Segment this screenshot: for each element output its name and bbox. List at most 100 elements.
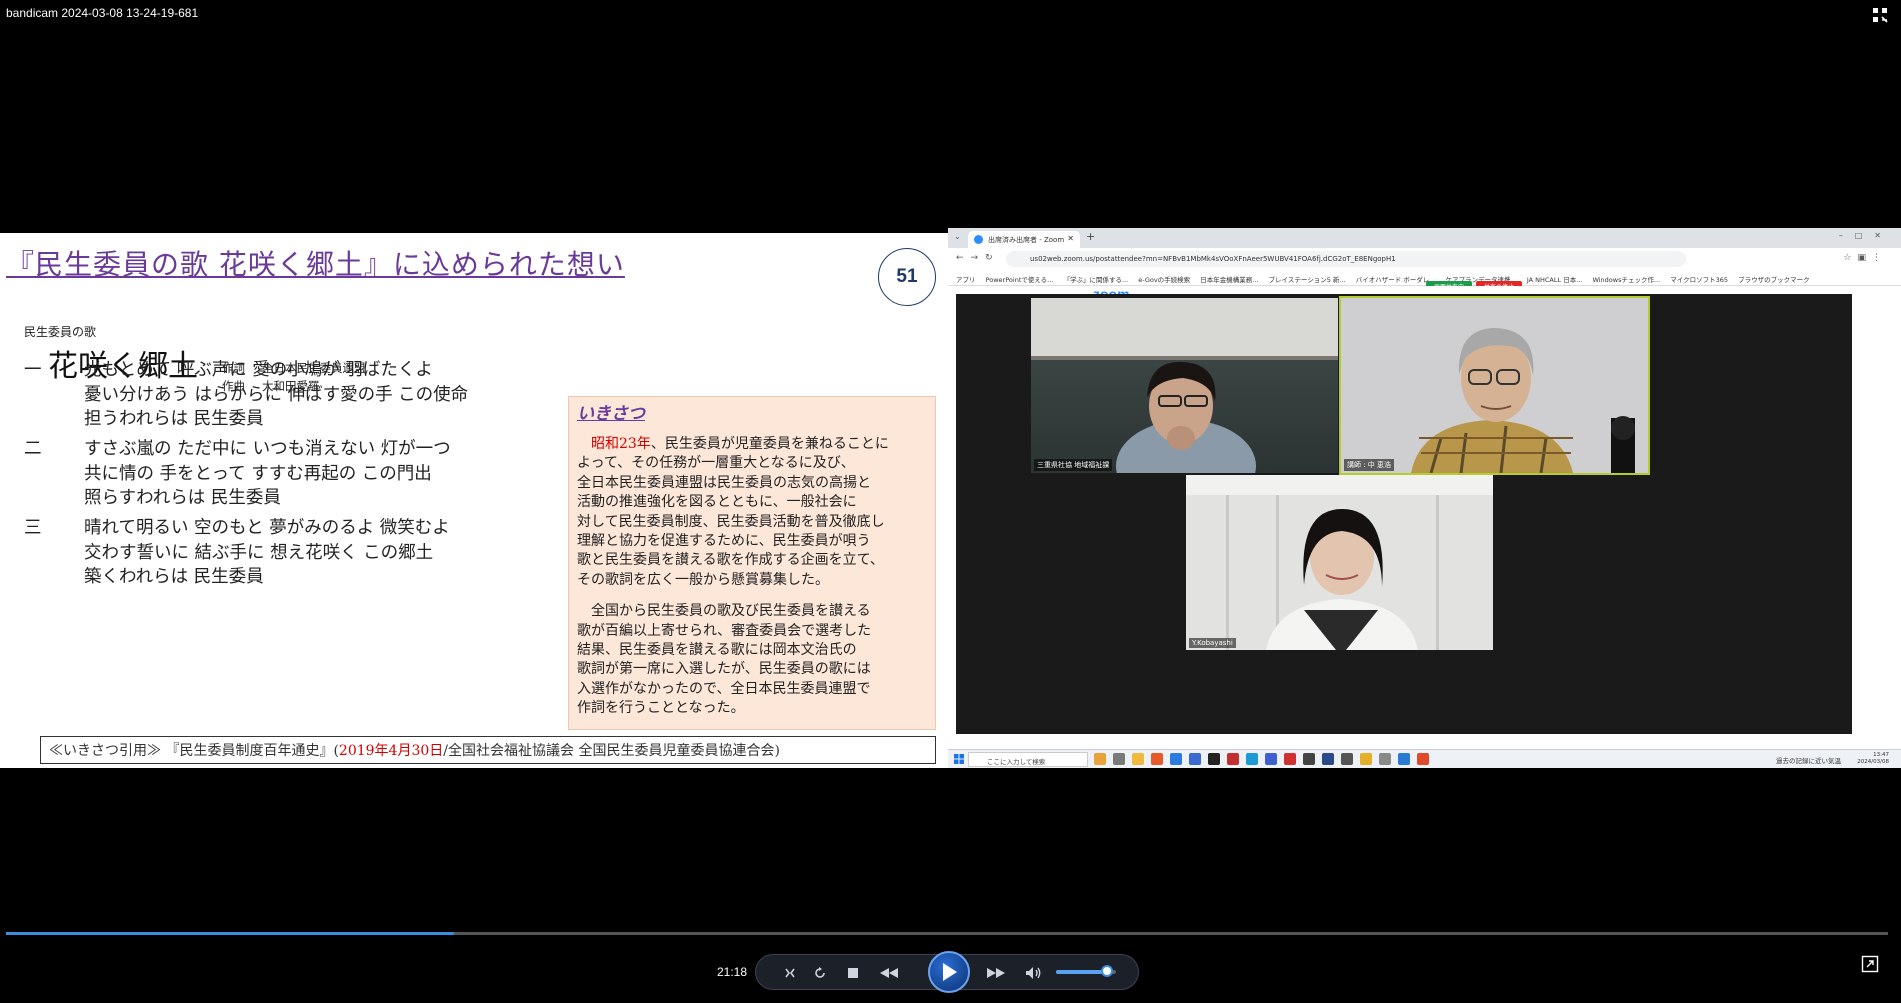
volume-slider-handle[interactable] [1101,965,1113,977]
taskbar-app-icon[interactable] [1208,753,1220,765]
repeat-button[interactable] [808,955,832,991]
participant-tile[interactable]: Y.Kobayashi [1186,475,1493,650]
window-title: bandicam 2024-03-08 13-24-19-681 [6,6,199,20]
volume-level [1056,970,1107,974]
participant-video [1186,475,1493,650]
window-controls[interactable]: –□✕ [1839,231,1893,240]
taskbar-app-icon[interactable] [1189,753,1201,765]
song-subtitle: 民生委員の歌 [24,325,97,339]
bookmark-item[interactable]: 「学ぶ」に関係する... [1063,274,1128,284]
url-field[interactable]: us02web.zoom.us/postattendee?mn=NFBvB1Mb… [1006,251,1686,267]
camera-icon[interactable] [1379,753,1391,765]
verse-line: 共に情の 手をとって すすむ再起の この門出 [84,463,432,484]
windows-start-icon[interactable] [954,754,964,764]
taskbar-app-icon[interactable] [1113,753,1125,765]
tab-strip: ⌄ 出席済み出席者 - Zoom ✕ + –□✕ [948,228,1901,248]
seek-bar[interactable] [6,932,1888,935]
bookmark-item[interactable]: e-Govの手続検索 [1138,274,1190,284]
bookmark-item[interactable]: Windowsチェック作... [1592,274,1660,284]
stop-icon [848,968,858,978]
taskbar-app-icon[interactable] [1322,753,1334,765]
participant-name: Y.Kobayashi [1189,638,1236,648]
zoom-gallery-view: 三重県社協 地域福祉課 講師: 中 恵浩 Y.Kobayashi [956,294,1852,734]
participant-tile-active-speaker[interactable]: 講師 : 中 恵浩 [1339,296,1650,475]
taskbar-app-icon[interactable] [1341,753,1353,765]
verse-number: 一 [24,360,42,380]
slide-page-number: 51 [878,248,936,306]
bookmark-item[interactable]: アプリ [956,274,976,284]
fast-forward-button[interactable] [981,955,1011,991]
presentation-slide: 『民生委員の歌 花咲く郷土』に込められた想い 51 民生委員の歌 花咲く郷土 作… [0,233,948,768]
extension-icons[interactable]: ☆▣⋮ [1843,253,1887,263]
bookmark-item[interactable]: 日本年金機構業務... [1200,274,1258,284]
bookmark-item[interactable]: バイオハザード ボーダレ... [1356,274,1436,284]
edge-icon[interactable] [1246,753,1258,765]
windows-taskbar: ここに入力して検索 過去の記録に近い気温 13:47 2024/03/08 [948,749,1901,768]
taskbar-app-icon[interactable] [1170,753,1182,765]
participant-video [1341,298,1648,473]
story-highlight-year: 昭和23年 [591,436,651,452]
mute-button[interactable] [1022,955,1046,991]
zoom-icon[interactable] [1265,753,1277,765]
verse-line: 築くわれらは 民生委員 [84,567,264,587]
rewind-icon [880,968,898,978]
verse-line: 晴れて明るい 空のもと 夢がみのるよ 微笑むよ [84,518,450,538]
bookmark-item[interactable]: ブラウザのブックマーク [1738,274,1810,284]
verse-number: 二 [24,439,42,459]
fast-forward-icon [987,968,1005,978]
taskbar-app-icon[interactable] [1417,753,1429,765]
taskbar-app-icon[interactable] [1227,753,1239,765]
play-icon [943,963,957,981]
tab-close-icon[interactable]: ✕ [1067,234,1074,243]
browser-tab-zoom[interactable]: 出席済み出席者 - Zoom ✕ [968,231,1080,248]
repeat-icon [815,967,825,978]
taskbar-app-icon[interactable] [1094,753,1106,765]
volume-icon [1026,967,1041,979]
system-tray-weather[interactable]: 過去の記録に近い気温 [1776,755,1841,765]
participant-tile[interactable]: 三重県社協 地域福祉課 [1031,298,1338,473]
nav-buttons[interactable]: ←→↻ [956,253,1000,263]
verse-line: 交わす誓いに 結ぶ手に 想え花咲く この郷土 [84,542,434,563]
citation-box: ≪いきさつ引用≫ 『民生委員制度百年通史』(2019年4月30日/全国社会福祉協… [40,736,936,764]
taskbar-app-icon[interactable] [1284,753,1296,765]
story-body: 昭和23年、民生委員が児童委員を兼ねることに よって、その任務が一層重大となるに… [577,436,889,717]
taskbar-app-icon[interactable] [1303,753,1315,765]
folder-icon[interactable] [1132,753,1144,765]
slide-title: 『民生委員の歌 花咲く郷土』に込められた想い [6,248,625,281]
new-tab-icon[interactable]: + [1086,230,1095,243]
zoom-page: zoom [948,286,1901,768]
taskbar-app-icon[interactable] [1151,753,1163,765]
browser-window: ⌄ 出席済み出席者 - Zoom ✕ + –□✕ ←→↻ us02web.zoo… [948,228,1901,768]
taskbar-app-icon[interactable] [1398,753,1410,765]
ab-repeat-button[interactable] [778,955,802,991]
chrome-icon[interactable] [1360,753,1372,765]
play-button[interactable] [928,951,970,993]
taskbar-clock[interactable]: 13:47 2024/03/08 [1857,752,1889,766]
verse-line: 憂い分けあう はらからに 伸ばす愛の手 この使命 [84,384,469,405]
stop-button[interactable] [841,955,865,991]
bookmarks-bar: アプリ PowerPointで使える... 「学ぶ」に関係する... e-Gov… [948,270,1901,286]
participant-name: 講師 : 中 恵浩 [1344,459,1395,471]
elapsed-time: 21:18 [717,965,748,979]
taskbar-app-icons [1094,753,1429,765]
participant-name: 三重県社協 地域福祉課 [1034,459,1113,471]
seek-progress [6,932,454,935]
verse-line: すさぶ嵐の ただ中に いつも消えない 灯が一つ [84,439,451,459]
verse-line: 照らすわれらは 民生委員 [84,488,281,508]
rewind-button[interactable] [874,955,904,991]
fullscreen-icon[interactable] [1871,6,1889,24]
bandicam-player-window: bandicam 2024-03-08 13-24-19-681 『民生委員の歌… [0,0,1901,1003]
bookmark-item[interactable]: JA NHCALL 日本... [1527,274,1583,284]
verse-line: 担うわれらは 民生委員 [84,409,264,429]
verse-line: 光もとめて 呼ぶ声に 愛の小鳩が 羽ばたくよ [84,360,433,380]
exit-fullscreen-icon[interactable] [1861,955,1879,973]
verse-number: 三 [24,518,42,538]
bookmark-item[interactable]: マイクロソフト365 [1670,274,1728,284]
participant-video [1031,298,1338,473]
bookmark-item[interactable]: PowerPointで使える... [986,274,1054,284]
ab-repeat-icon [785,968,795,978]
bookmark-item[interactable]: ブレイステーション5 新... [1269,274,1346,284]
tab-list-icon[interactable]: ⌄ [954,232,961,241]
background-story-box: いきさつ 昭和23年、民生委員が児童委員を兼ねることに よって、その任務が一層重… [568,396,936,730]
taskbar-search-input[interactable]: ここに入力して検索 [968,752,1088,767]
